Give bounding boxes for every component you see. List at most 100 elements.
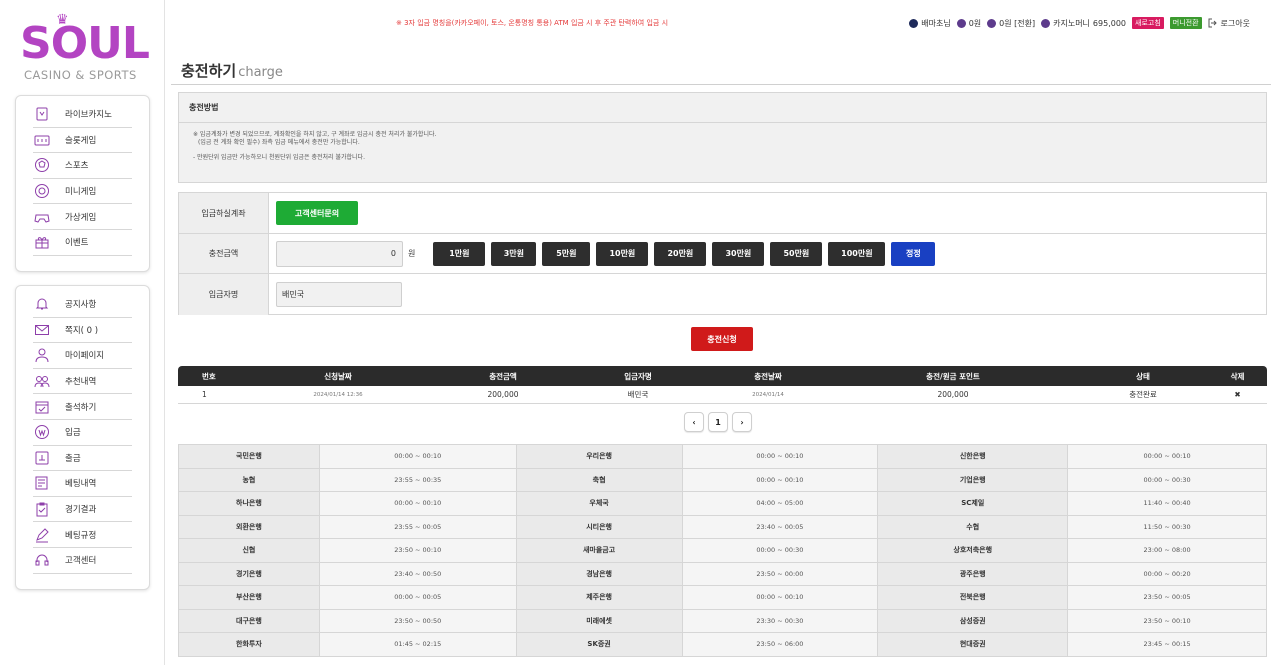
bank-maintenance-time: 23:55 ~ 00:05	[318, 514, 517, 539]
sidebar-item[interactable]: 출석하기	[33, 394, 132, 420]
amount-button[interactable]: 100만원	[828, 241, 886, 266]
bank-name: 부산은행	[178, 585, 320, 610]
sidebar: ♛ SOUL CASINO & SPORTS 라이브카지노슬롯게임스포츠미니게임…	[0, 0, 165, 665]
history-column-header: 번호	[202, 371, 216, 381]
history-column-header: 입금자명	[624, 371, 652, 381]
amount-button[interactable]: 3만원	[491, 241, 537, 266]
method-line: ※ 입금계좌가 변경 되었으므로, 계좌확인을 하지 않고, 구 계좌로 입금시…	[193, 131, 437, 138]
clipboard-icon	[33, 501, 51, 517]
bank-maintenance-time: 23:40 ~ 00:05	[681, 514, 879, 539]
bank-name: 상호저축은행	[877, 538, 1069, 563]
bank-row: 외환은행 23:55 ~ 00:05 시티은행 23:40 ~ 00:05 수협 11:5…	[178, 514, 1267, 539]
bank-name: 신협	[178, 538, 320, 563]
amount-button[interactable]: 1만원	[433, 241, 486, 266]
sidebar-item[interactable]: 이벤트	[33, 230, 132, 256]
withdraw-icon	[33, 450, 51, 466]
bank-name: 우체국	[515, 491, 683, 516]
bank-maintenance-time: 00:00 ~ 00:30	[1067, 467, 1267, 492]
live-casino-icon	[33, 106, 51, 122]
bank-name: 대구은행	[178, 608, 320, 633]
sidebar-item[interactable]: 스포츠	[33, 153, 132, 179]
amount-button[interactable]: 20만원	[654, 241, 707, 266]
bank-name: 시티은행	[515, 514, 683, 539]
sidebar-item[interactable]: 베팅내역	[33, 471, 132, 497]
bank-row: 신협 23:50 ~ 00:10 새마을금고 00:00 ~ 00:30 상호저축은행 2…	[178, 538, 1267, 563]
sidebar-item[interactable]: 경기결과	[33, 497, 132, 523]
bank-maintenance-time: 23:50 ~ 00:50	[318, 608, 517, 633]
account-menu: 공지사항 쪽지( 0 ) 마이페이지추천내역출석하기입금출금베팅내역 경기결과 베팅규정…	[15, 285, 150, 590]
amount-button[interactable]: 10만원	[596, 241, 649, 266]
history-column-header: 삭제	[1230, 371, 1245, 381]
sidebar-item[interactable]: 미니게임	[33, 179, 132, 205]
bank-maintenance-time: 00:00 ~ 00:10	[318, 491, 517, 516]
account-label: 입금하실계좌	[179, 193, 269, 233]
bank-name: 광주은행	[877, 561, 1069, 586]
bank-name: SK증권	[515, 632, 683, 657]
bank-name: 기업은행	[877, 467, 1069, 492]
logo-text: SOUL	[20, 18, 150, 69]
prev-page-button[interactable]: ‹	[684, 412, 704, 432]
sidebar-item[interactable]: 공지사항	[33, 292, 132, 318]
next-page-button[interactable]: ›	[732, 412, 752, 432]
sidebar-item[interactable]: 입금	[33, 420, 132, 446]
table-row: 1 2024/01/14 12:36 200,000 배민국 2024/01/14 200…	[178, 386, 1267, 404]
bank-name: 농협	[178, 467, 320, 492]
bank-name: 현대증권	[877, 632, 1069, 657]
charge-submit-button[interactable]: 충전신청	[691, 327, 753, 351]
history-cell: 충전완료	[1129, 390, 1157, 399]
sidebar-item-label: 출금	[65, 453, 81, 464]
sidebar-item[interactable]: 쪽지( 0 )	[33, 318, 132, 344]
gamepad-icon	[33, 209, 51, 225]
bank-maintenance-time: 00:00 ~ 00:10	[681, 467, 879, 492]
bank-name: 새마을금고	[515, 538, 683, 563]
depositor-input[interactable]: 배민국	[276, 282, 402, 307]
history-column-header: 신청날짜	[324, 371, 352, 381]
bank-name: 경기은행	[178, 561, 320, 586]
method-line: - 만원단위 입금만 가능하오니 천원단위 입금은 충전처리 불가합니다.	[193, 154, 365, 161]
sidebar-item[interactable]: 라이브카지노	[33, 102, 132, 128]
sidebar-item[interactable]: 슬롯게임	[33, 128, 132, 154]
sidebar-item[interactable]: 출금	[33, 446, 132, 472]
sidebar-item-label: 슬롯게임	[65, 135, 97, 146]
correct-button[interactable]: 정정	[891, 241, 936, 266]
history-column-header: 충전날짜	[754, 371, 782, 381]
sidebar-item-label: 미니게임	[65, 187, 97, 198]
logo[interactable]: ♛ SOUL CASINO & SPORTS	[20, 12, 150, 84]
bank-name: 전북은행	[877, 585, 1069, 610]
bell-icon	[33, 296, 51, 312]
bank-maintenance-time: 00:00 ~ 00:30	[681, 538, 879, 563]
amount-button[interactable]: 5만원	[542, 241, 591, 266]
history-column-header: 충전금액	[489, 371, 517, 381]
method-body: ※ 입금계좌가 변경 되었으므로, 계좌확인을 하지 않고, 구 계좌로 입금시…	[179, 123, 1266, 170]
bank-row: 하나은행 00:00 ~ 00:10 우체국 04:00 ~ 05:00 SC제일 11:…	[178, 491, 1267, 516]
sidebar-item[interactable]: 고객센터	[33, 548, 132, 574]
deposit-coin-icon	[33, 424, 51, 440]
sidebar-item-label: 추천내역	[65, 377, 97, 388]
amount-button[interactable]: 30만원	[712, 241, 765, 266]
amount-button[interactable]: 50만원	[770, 241, 823, 266]
bank-name: 미래에셋	[515, 608, 683, 633]
page-1-button[interactable]: 1	[708, 412, 728, 432]
bank-name: 축협	[515, 467, 683, 492]
charge-method-box: 충전방법 ※ 입금계좌가 변경 되었으므로, 계좌확인을 하지 않고, 구 계좌…	[178, 92, 1267, 183]
sidebar-item-label: 출석하기	[65, 402, 97, 413]
sidebar-item[interactable]: 마이페이지	[33, 343, 132, 369]
mail-icon	[33, 322, 51, 338]
history-cell: 200,000	[937, 390, 969, 399]
bank-maintenance-time: 23:00 ~ 08:00	[1067, 538, 1267, 563]
delete-icon[interactable]: ✖	[1208, 390, 1267, 399]
bank-maintenance-table: 국민은행 00:00 ~ 00:10 우리은행 00:00 ~ 00:10 신한은행 00…	[178, 444, 1267, 657]
sidebar-item[interactable]: 가상게임	[33, 204, 132, 230]
bank-maintenance-time: 00:00 ~ 00:10	[318, 444, 517, 469]
sidebar-item[interactable]: 추천내역	[33, 369, 132, 395]
sidebar-item[interactable]: 베팅규정	[33, 522, 132, 548]
bank-maintenance-time: 00:00 ~ 00:05	[318, 585, 517, 610]
bank-maintenance-time: 11:40 ~ 00:40	[1067, 491, 1267, 516]
bank-maintenance-time: 00:00 ~ 00:10	[1067, 444, 1267, 469]
amount-input[interactable]: 0	[276, 240, 403, 267]
support-inquiry-button[interactable]: 고객센터문의	[276, 201, 358, 225]
bank-name: 한화투자	[178, 632, 320, 657]
amount-row: 충전금액 0 원 1만원 3만원 5만원 10만원 20만원 30만원 50만원 100만원 정…	[179, 234, 1266, 274]
bank-maintenance-time: 23:55 ~ 00:35	[318, 467, 517, 492]
bank-name: 신한은행	[877, 444, 1069, 469]
